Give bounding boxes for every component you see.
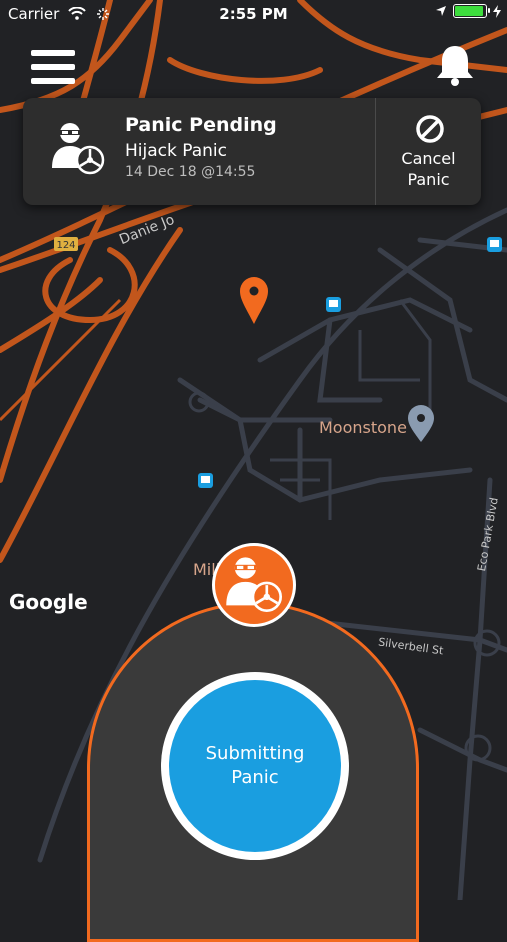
- cancel-panic-button[interactable]: Cancel Panic: [376, 98, 481, 205]
- panic-status-card: Panic Pending Hijack Panic 14 Dec 18 @14…: [23, 98, 481, 205]
- bell-icon[interactable]: [432, 42, 478, 88]
- submit-label: Submitting: [205, 743, 305, 764]
- panic-type-badge[interactable]: [212, 543, 296, 627]
- place-label-moonstone[interactable]: Moonstone: [319, 418, 407, 437]
- location-arrow-icon: [436, 6, 446, 16]
- panic-type: Hijack Panic: [125, 141, 227, 161]
- cancel-label: Panic: [407, 170, 450, 189]
- status-bar: Carrier 2:55 PM: [0, 0, 507, 28]
- panic-timestamp: 14 Dec 18 @14:55: [125, 164, 256, 180]
- hijacker-icon: [52, 123, 105, 175]
- google-logo: Google: [9, 590, 88, 614]
- hijacker-icon: [226, 557, 282, 612]
- clock: 2:55 PM: [219, 5, 288, 23]
- panic-title: Panic Pending: [125, 114, 277, 136]
- bus-stop-icon[interactable]: [326, 297, 341, 312]
- submit-label: Panic: [231, 767, 279, 788]
- cancel-label: Cancel: [401, 149, 456, 168]
- menu-icon[interactable]: [31, 50, 75, 88]
- cancel-icon: [416, 115, 444, 143]
- submitting-panic-button[interactable]: Submitting Panic: [169, 680, 341, 852]
- route-shield: 124: [56, 240, 75, 251]
- charging-icon: [493, 4, 501, 18]
- bus-stop-icon[interactable]: [487, 237, 502, 252]
- bus-stop-icon[interactable]: [198, 473, 213, 488]
- battery-icon: [453, 4, 490, 18]
